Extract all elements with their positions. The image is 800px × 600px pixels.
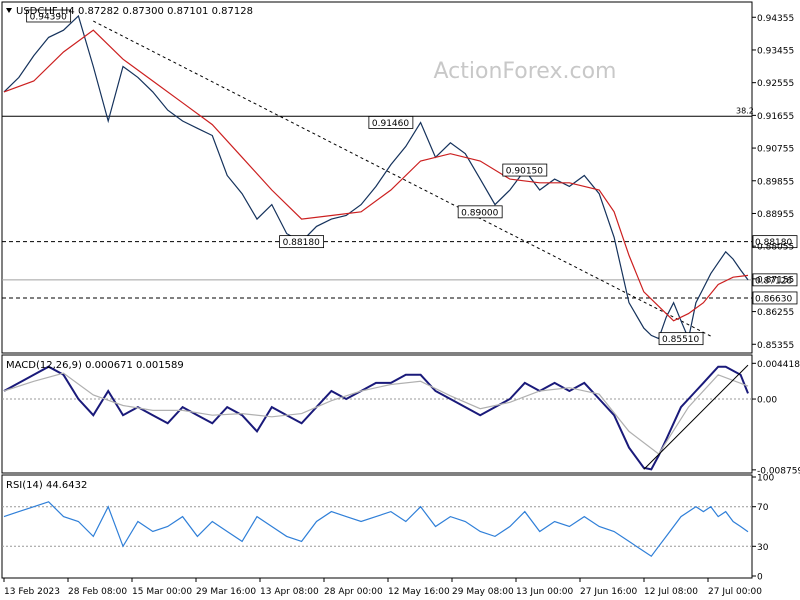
y-tick-label: 0.88055 (757, 243, 794, 253)
annotation-label: 0.88180 (283, 238, 320, 248)
rsi-panel-frame (1, 474, 753, 579)
watermark: ActionForex.com (434, 59, 617, 84)
macd-y-axis: 0.0044180.00-0.008759 (752, 360, 800, 476)
x-axis: 13 Feb 2023 28 Feb 08:00 15 Mar 00:00 29 Ma… (3, 578, 762, 597)
x-tick-label: 29 Mar 16:00 (196, 587, 256, 597)
annotation-label: 0.91460 (372, 119, 409, 129)
y-tick-label: 0.85355 (757, 341, 794, 351)
x-tick-label: 13 Apr 08:00 (260, 587, 319, 597)
y-tick-label: 0.86255 (757, 308, 794, 318)
annotation-label: 0.90150 (506, 167, 543, 177)
y-tick-label: 100 (757, 474, 774, 484)
x-tick-label: 27 Jun 16:00 (580, 587, 637, 597)
x-tick-label: 12 Jul 08:00 (644, 587, 698, 597)
y-tick-label: 0.87155 (757, 275, 794, 285)
rsi-title: RSI(14) 44.6432 (6, 480, 87, 491)
y-tick-label: 30 (757, 543, 769, 553)
annotation-label: 0.85510 (662, 335, 699, 345)
x-tick-label: 27 Jul 00:00 (708, 587, 762, 597)
fib-level-label: 38.2 (736, 106, 754, 115)
y-tick-label: 0.00 (757, 396, 777, 406)
x-tick-label: 28 Feb 08:00 (68, 587, 127, 597)
y-tick-label: 0.88955 (757, 210, 794, 220)
macd-panel-frame (1, 354, 753, 474)
y-tick-label: 0.004418 (757, 360, 800, 370)
level-price-label: 0.86630 (755, 294, 792, 304)
y-tick-label: 70 (757, 503, 769, 513)
ohlc-values: 0.87282 0.87300 0.87101 0.87128 (78, 6, 253, 17)
y-tick-label: 0.89855 (757, 177, 794, 187)
y-tick-label: 0.94355 (757, 14, 794, 24)
y-tick-label: 0.90755 (757, 145, 794, 155)
annotation-label: 0.89000 (461, 208, 498, 218)
x-tick-label: 29 May 08:00 (452, 587, 514, 597)
x-tick-label: 13 Feb 2023 (4, 587, 60, 597)
symbol-title: USDCHF,H4 (16, 6, 75, 17)
x-tick-label: 13 Jun 00:00 (516, 587, 573, 597)
x-tick-label: 15 Mar 00:00 (132, 587, 192, 597)
y-tick-label: 0.92555 (757, 79, 794, 89)
y-tick-label: 0 (757, 573, 763, 583)
x-tick-label: 12 May 16:00 (388, 587, 450, 597)
y-tick-label: 0.91655 (757, 112, 794, 122)
y-tick-label: 0.93455 (757, 46, 794, 56)
macd-title: MACD(12,26,9) 0.000671 0.001589 (6, 360, 184, 371)
x-tick-label: 28 Apr 00:00 (324, 587, 383, 597)
price-panel-frame (1, 1, 753, 354)
chart-canvas: ActionForex.com 38.20.881800.866300.8712… (1, 1, 800, 597)
rsi-y-axis: 100 70 30 0 (752, 474, 774, 583)
price-header: USDCHF,H4 0.87282 0.87300 0.87101 0.8712… (6, 6, 253, 17)
